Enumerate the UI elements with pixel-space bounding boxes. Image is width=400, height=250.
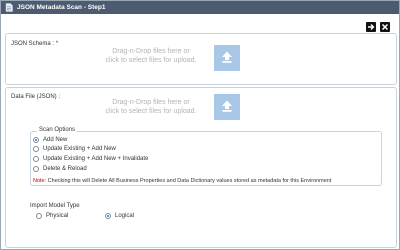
document-icon — [4, 3, 13, 12]
scan-option-label: Update Existing + Add New — [43, 146, 116, 152]
scan-option-label: Update Existing + Add New + Invalidate — [43, 156, 149, 162]
radio-button[interactable] — [33, 137, 39, 143]
data-file-dropzone[interactable]: Drag-n-Drop files here or click to selec… — [101, 98, 201, 116]
json-schema-panel: JSON Schema : * Drag-n-Drop files here o… — [5, 33, 397, 85]
window-title: JSON Metadata Scan - Step1 — [17, 4, 106, 11]
dropzone-line-1: Drag-n-Drop files here or — [112, 48, 190, 55]
scan-option-label: Delete & Reload — [43, 166, 87, 172]
scan-options-note: Note: Checking this will Delete All Busi… — [33, 178, 331, 184]
close-button[interactable] — [380, 22, 390, 32]
radio-button[interactable] — [36, 213, 42, 219]
json-metadata-scan-window: JSON Metadata Scan - Step1 JSON Schema :… — [0, 0, 400, 250]
scan-option-delete-reload[interactable]: Delete & Reload — [33, 166, 87, 172]
radio-button[interactable] — [33, 156, 39, 162]
scan-option-update-existing-add-new-invalidate[interactable]: Update Existing + Add New + Invalidate — [33, 156, 148, 162]
next-button[interactable] — [366, 22, 376, 32]
note-label: Note: — [33, 178, 47, 184]
scan-options-legend: Scan Options — [37, 127, 78, 133]
dropzone-line-1: Drag-n-Drop files here or — [112, 99, 190, 106]
scan-option-update-existing-add-new[interactable]: Update Existing + Add New — [33, 146, 116, 152]
scan-option-label: Add New — [43, 137, 68, 143]
dropzone-line-2: click to select files for upload. — [105, 57, 197, 64]
scan-option-add-new[interactable]: Add New — [33, 137, 67, 143]
import-model-type-label: Import Model Type — [30, 203, 80, 209]
upload-icon — [220, 50, 234, 66]
import-model-type-physical[interactable]: Physical — [36, 213, 68, 219]
data-file-panel: Data File (JSON) : Drag-n-Drop files her… — [5, 87, 397, 248]
json-schema-label-text: JSON Schema : — [11, 41, 55, 47]
radio-button[interactable] — [33, 166, 39, 172]
radio-button[interactable] — [105, 213, 111, 219]
required-mark: * — [55, 41, 59, 47]
dropzone-line-2: click to select files for upload. — [105, 108, 197, 115]
json-schema-label: JSON Schema : * — [11, 41, 58, 47]
import-model-type-logical[interactable]: Logical — [105, 213, 134, 219]
import-model-type-option-label: Logical — [115, 213, 135, 219]
title-bar: JSON Metadata Scan - Step1 — [1, 1, 399, 14]
note-text: Checking this will Delete All Business P… — [47, 178, 332, 184]
json-schema-dropzone[interactable]: Drag-n-Drop files here or click to selec… — [101, 47, 201, 65]
top-actions — [366, 22, 390, 32]
radio-button[interactable] — [33, 146, 39, 152]
data-file-upload-button[interactable] — [214, 94, 240, 120]
data-file-label: Data File (JSON) : — [11, 94, 61, 100]
upload-icon — [220, 99, 234, 115]
json-schema-upload-button[interactable] — [214, 45, 240, 71]
import-model-type-option-label: Physical — [46, 213, 69, 219]
